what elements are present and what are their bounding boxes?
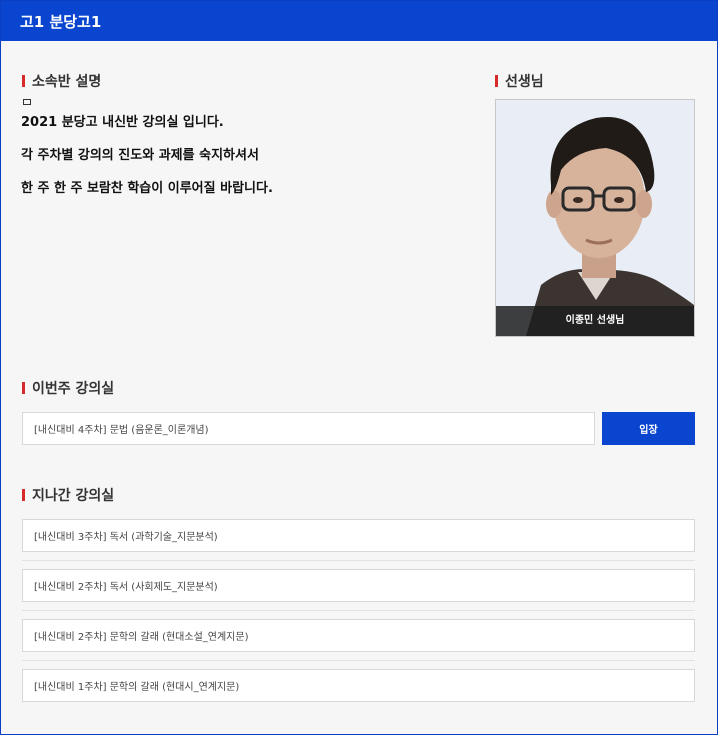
section-title-description: 소속반 설명 (22, 71, 101, 91)
teacher-portrait (496, 100, 694, 336)
teacher-photo-card: 이종민 선생님 (495, 99, 695, 337)
classroom-panel: 고1 분당고1 소속반 설명 선생님 2021 분당고 내신반 강의실 입니다.… (0, 0, 718, 735)
past-lecture[interactable]: [내신대비 2주차] 독서 (사회제도_지문분석) (22, 569, 695, 602)
class-description: 2021 분당고 내신반 강의실 입니다. 각 주차별 강의의 진도와 과제를 … (21, 99, 461, 213)
description-line: 한 주 한 주 보람찬 학습이 이루어질 바랍니다. (21, 181, 273, 196)
section-title-text: 이번주 강의실 (32, 381, 115, 397)
section-title-text: 선생님 (505, 74, 544, 90)
list-item: [내신대비 2주차] 독서 (사회제도_지문분석) (22, 569, 695, 611)
page-title: 고1 분당고1 (20, 12, 102, 31)
description-line: 2021 분당고 내신반 강의실 입니다. (21, 115, 224, 130)
section-title-teacher: 선생님 (495, 71, 544, 91)
past-lecture[interactable]: [내신대비 3주차] 독서 (과학기술_지문분석) (22, 519, 695, 552)
list-item: [내신대비 1주차] 문학의 갈래 (현대시_연계지문) (22, 669, 695, 710)
past-lecture-list: [내신대비 3주차] 독서 (과학기술_지문분석) [내신대비 2주차] 독서 … (22, 519, 695, 718)
section-marker (22, 382, 25, 394)
section-title-past: 지나간 강의실 (22, 485, 114, 505)
description-line: 각 주차별 강의의 진도와 과제를 숙지하셔서 (21, 148, 259, 163)
header-bar: 고1 분당고1 (1, 1, 717, 41)
current-lecture[interactable]: [내신대비 4주차] 문법 (음운론_이론개념) (22, 412, 595, 445)
section-title-text: 지나간 강의실 (32, 488, 115, 504)
section-marker (22, 489, 25, 501)
teacher-name-caption: 이종민 선생님 (496, 306, 694, 336)
past-lecture[interactable]: [내신대비 2주차] 문학의 갈래 (현대소설_연계지문) (22, 619, 695, 652)
section-marker (495, 75, 498, 87)
missing-glyph-icon (23, 99, 31, 105)
section-title-text: 소속반 설명 (32, 74, 102, 90)
list-item: [내신대비 3주차] 독서 (과학기술_지문분석) (22, 519, 695, 561)
past-lecture[interactable]: [내신대비 1주차] 문학의 갈래 (현대시_연계지문) (22, 669, 695, 702)
enter-button[interactable]: 입장 (602, 412, 695, 445)
section-title-current: 이번주 강의실 (22, 378, 114, 398)
list-item: [내신대비 2주차] 문학의 갈래 (현대소설_연계지문) (22, 619, 695, 661)
section-marker (22, 75, 25, 87)
